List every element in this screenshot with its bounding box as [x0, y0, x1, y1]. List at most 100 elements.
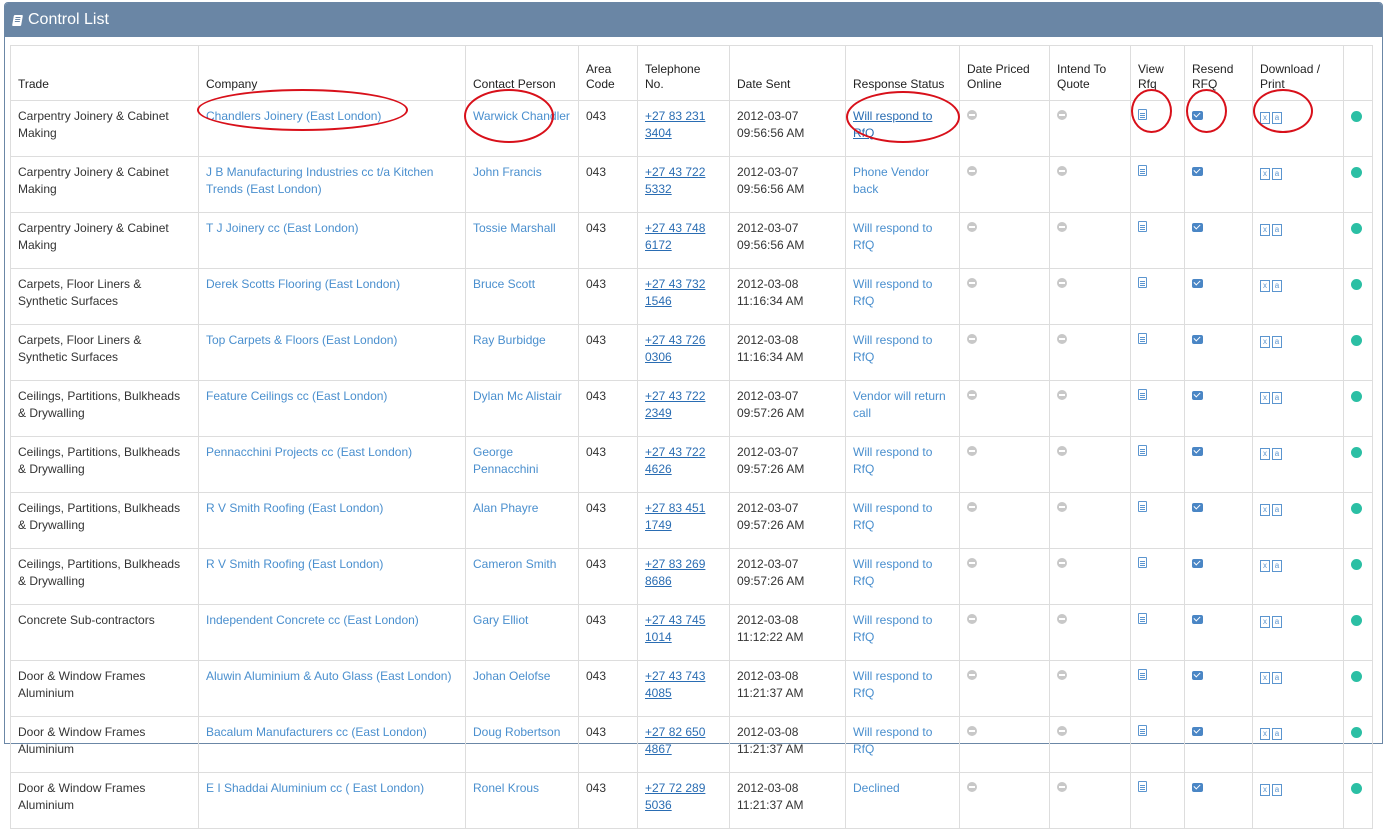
telephone-link[interactable]: +27 43 722 5332 — [645, 165, 705, 196]
col-header-company[interactable]: Company — [198, 45, 466, 101]
document-icon[interactable] — [1138, 277, 1147, 288]
pdf-file-icon[interactable]: a — [1272, 168, 1282, 180]
contact-link[interactable]: Bruce Scott — [473, 277, 535, 291]
excel-file-icon[interactable]: x — [1260, 672, 1270, 684]
envelope-icon[interactable] — [1192, 559, 1203, 568]
envelope-icon[interactable] — [1192, 727, 1203, 736]
pdf-file-icon[interactable]: a — [1272, 784, 1282, 796]
telephone-link[interactable]: +27 83 269 8686 — [645, 557, 705, 588]
telephone-link[interactable]: +27 43 745 1014 — [645, 613, 705, 644]
response-status-link[interactable]: Will respond to RfQ — [853, 613, 932, 644]
excel-file-icon[interactable]: x — [1260, 224, 1270, 236]
col-header-area-code[interactable]: Area Code — [578, 45, 638, 101]
response-status-link[interactable]: Declined — [853, 781, 900, 795]
excel-file-icon[interactable]: x — [1260, 448, 1270, 460]
document-icon[interactable] — [1138, 669, 1147, 680]
contact-link[interactable]: Johan Oelofse — [473, 669, 550, 683]
envelope-icon[interactable] — [1192, 391, 1203, 400]
telephone-link[interactable]: +27 43 726 0306 — [645, 333, 705, 364]
col-header-intend-to-quote[interactable]: Intend To Quote — [1049, 45, 1131, 101]
contact-link[interactable]: Tossie Marshall — [473, 221, 556, 235]
envelope-icon[interactable] — [1192, 783, 1203, 792]
company-link[interactable]: T J Joinery cc (East London) — [206, 221, 359, 235]
excel-file-icon[interactable]: x — [1260, 504, 1270, 516]
excel-file-icon[interactable]: x — [1260, 168, 1270, 180]
company-link[interactable]: E I Shaddai Aluminium cc ( East London) — [206, 781, 424, 795]
telephone-link[interactable]: +27 43 732 1546 — [645, 277, 705, 308]
pdf-file-icon[interactable]: a — [1272, 224, 1282, 236]
envelope-icon[interactable] — [1192, 223, 1203, 232]
response-status-link[interactable]: Will respond to RfQ — [853, 669, 932, 700]
contact-link[interactable]: Ronel Krous — [473, 781, 539, 795]
col-header-date-priced[interactable]: Date Priced Online — [959, 45, 1050, 101]
telephone-link[interactable]: +27 83 451 1749 — [645, 501, 705, 532]
telephone-link[interactable]: +27 83 231 3404 — [645, 109, 705, 140]
excel-file-icon[interactable]: x — [1260, 728, 1270, 740]
excel-file-icon[interactable]: x — [1260, 336, 1270, 348]
pdf-file-icon[interactable]: a — [1272, 392, 1282, 404]
response-status-link[interactable]: Phone Vendor back — [853, 165, 929, 196]
excel-file-icon[interactable]: x — [1260, 112, 1270, 124]
pdf-file-icon[interactable]: a — [1272, 560, 1282, 572]
excel-file-icon[interactable]: x — [1260, 784, 1270, 796]
pdf-file-icon[interactable]: a — [1272, 280, 1282, 292]
company-link[interactable]: R V Smith Roofing (East London) — [206, 501, 383, 515]
col-header-date-sent[interactable]: Date Sent — [729, 45, 846, 101]
company-link[interactable]: Chandlers Joinery (East London) — [206, 109, 381, 123]
col-header-response-status[interactable]: Response Status — [845, 45, 960, 101]
envelope-icon[interactable] — [1192, 615, 1203, 624]
contact-link[interactable]: Doug Robertson — [473, 725, 560, 739]
telephone-link[interactable]: +27 43 722 4626 — [645, 445, 705, 476]
contact-link[interactable]: Ray Burbidge — [473, 333, 546, 347]
response-status-link[interactable]: Will respond to RfQ — [853, 557, 932, 588]
pdf-file-icon[interactable]: a — [1272, 448, 1282, 460]
company-link[interactable]: Pennacchini Projects cc (East London) — [206, 445, 412, 459]
company-link[interactable]: J B Manufacturing Industries cc t/a Kitc… — [206, 165, 433, 196]
pdf-file-icon[interactable]: a — [1272, 336, 1282, 348]
response-status-link[interactable]: Will respond to RfQ — [853, 333, 932, 364]
envelope-icon[interactable] — [1192, 167, 1203, 176]
contact-link[interactable]: Warwick Chandler — [473, 109, 570, 123]
company-link[interactable]: Top Carpets & Floors (East London) — [206, 333, 397, 347]
document-icon[interactable] — [1138, 781, 1147, 792]
pdf-file-icon[interactable]: a — [1272, 616, 1282, 628]
excel-file-icon[interactable]: x — [1260, 392, 1270, 404]
envelope-icon[interactable] — [1192, 111, 1203, 120]
response-status-link[interactable]: Will respond to RfQ — [853, 277, 932, 308]
document-icon[interactable] — [1138, 333, 1147, 344]
company-link[interactable]: Bacalum Manufacturers cc (East London) — [206, 725, 427, 739]
pdf-file-icon[interactable]: a — [1272, 504, 1282, 516]
response-status-link[interactable]: Will respond to RfQ — [853, 109, 932, 140]
telephone-link[interactable]: +27 43 743 4085 — [645, 669, 705, 700]
response-status-link[interactable]: Will respond to RfQ — [853, 725, 932, 756]
col-header-trade[interactable]: Trade — [10, 45, 199, 101]
company-link[interactable]: Feature Ceilings cc (East London) — [206, 389, 387, 403]
contact-link[interactable]: Cameron Smith — [473, 557, 556, 571]
document-icon[interactable] — [1138, 165, 1147, 176]
company-link[interactable]: Aluwin Aluminium & Auto Glass (East Lond… — [206, 669, 451, 683]
contact-link[interactable]: George Pennacchini — [473, 445, 538, 476]
envelope-icon[interactable] — [1192, 503, 1203, 512]
document-icon[interactable] — [1138, 445, 1147, 456]
company-link[interactable]: Derek Scotts Flooring (East London) — [206, 277, 400, 291]
document-icon[interactable] — [1138, 221, 1147, 232]
company-link[interactable]: Independent Concrete cc (East London) — [206, 613, 419, 627]
document-icon[interactable] — [1138, 613, 1147, 624]
response-status-link[interactable]: Vendor will return call — [853, 389, 946, 420]
contact-link[interactable]: Alan Phayre — [473, 501, 538, 515]
pdf-file-icon[interactable]: a — [1272, 672, 1282, 684]
telephone-link[interactable]: +27 82 650 4867 — [645, 725, 705, 756]
response-status-link[interactable]: Will respond to RfQ — [853, 445, 932, 476]
excel-file-icon[interactable]: x — [1260, 280, 1270, 292]
excel-file-icon[interactable]: x — [1260, 560, 1270, 572]
document-icon[interactable] — [1138, 557, 1147, 568]
document-icon[interactable] — [1138, 389, 1147, 400]
excel-file-icon[interactable]: x — [1260, 616, 1270, 628]
envelope-icon[interactable] — [1192, 447, 1203, 456]
document-icon[interactable] — [1138, 109, 1147, 120]
pdf-file-icon[interactable]: a — [1272, 112, 1282, 124]
envelope-icon[interactable] — [1192, 279, 1203, 288]
col-header-contact[interactable]: Contact Person — [465, 45, 579, 101]
contact-link[interactable]: John Francis — [473, 165, 542, 179]
col-header-telephone[interactable]: Telephone No. — [637, 45, 730, 101]
